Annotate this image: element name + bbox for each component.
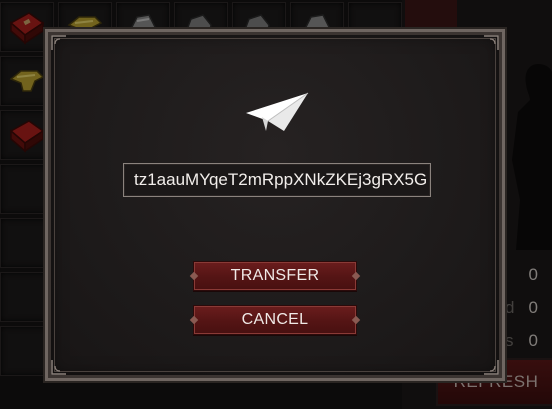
corner-ornament (51, 360, 66, 375)
corner-ornament (51, 35, 66, 50)
wallet-address-input[interactable]: tz1aauMYqeT2mRppXNkZKEj3gRX5G (123, 163, 431, 197)
paper-plane-icon (246, 92, 309, 131)
corner-ornament (484, 360, 499, 375)
transfer-dialog: tz1aauMYqeT2mRppXNkZKEj3gRX5G TRANSFER C… (45, 29, 505, 381)
cancel-button[interactable]: CANCEL (193, 305, 357, 335)
corner-ornament (484, 35, 499, 50)
transfer-button[interactable]: TRANSFER (193, 261, 357, 291)
game-screen: 0 0 0 d s REFRESH tz1aauMYqeT2mRppXNkZKE… (0, 0, 552, 409)
